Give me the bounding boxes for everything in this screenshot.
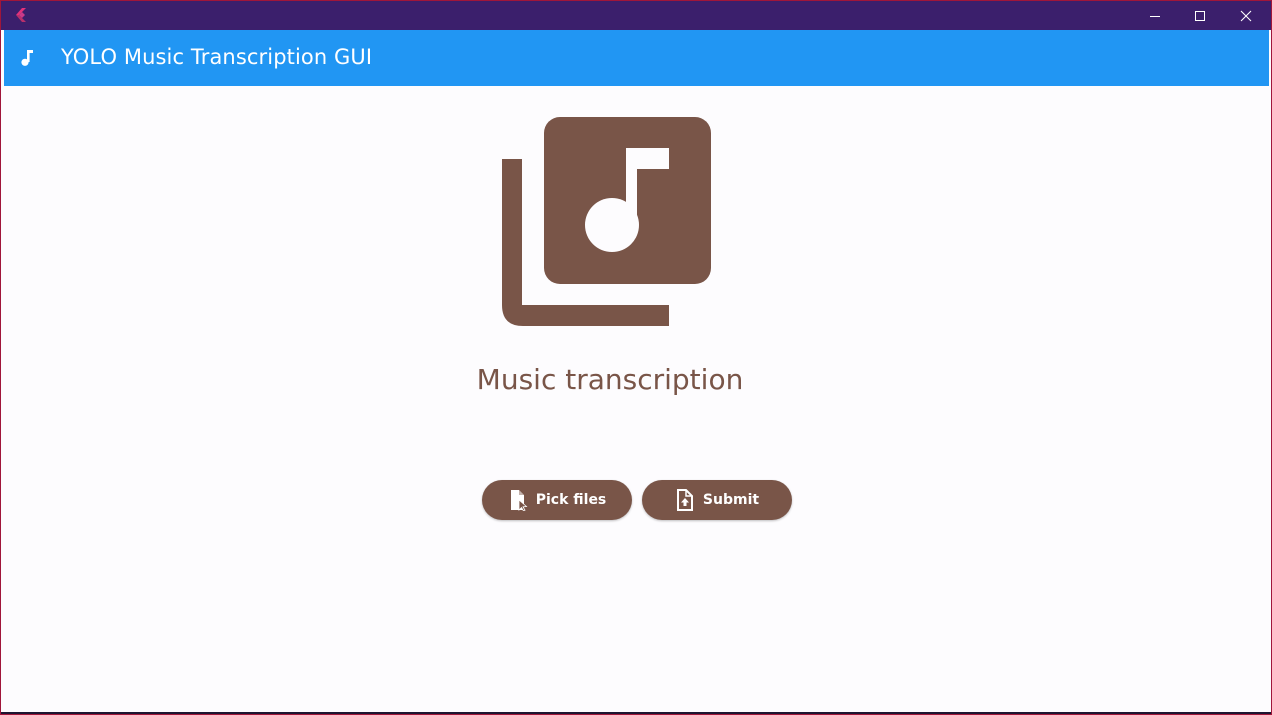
maximize-icon bbox=[1195, 10, 1205, 21]
app-window: YOLO Music Transcription GUI Music trans… bbox=[0, 0, 1272, 715]
submit-label: Submit bbox=[702, 492, 760, 508]
app-title: YOLO Music Transcription GUI bbox=[61, 45, 373, 69]
music-note-icon bbox=[21, 50, 33, 66]
file-upload-icon bbox=[676, 489, 693, 511]
maximize-button[interactable] bbox=[1177, 1, 1223, 30]
flutter-logo-icon bbox=[16, 8, 26, 22]
close-button[interactable] bbox=[1223, 1, 1269, 30]
page-heading: Music transcription bbox=[476, 363, 744, 396]
pick-files-label: Pick files bbox=[535, 492, 607, 508]
pick-files-button[interactable]: Pick files bbox=[482, 480, 632, 520]
minimize-icon bbox=[1150, 15, 1160, 17]
library-music-icon bbox=[502, 117, 711, 326]
title-bar[interactable] bbox=[1, 1, 1271, 30]
app-bar: YOLO Music Transcription GUI bbox=[4, 30, 1269, 86]
file-pick-icon bbox=[510, 490, 528, 511]
main-content: Music transcription Pick files Submit bbox=[4, 86, 1269, 712]
close-icon bbox=[1240, 10, 1252, 21]
submit-button[interactable]: Submit bbox=[642, 480, 792, 520]
minimize-button[interactable] bbox=[1132, 1, 1178, 30]
